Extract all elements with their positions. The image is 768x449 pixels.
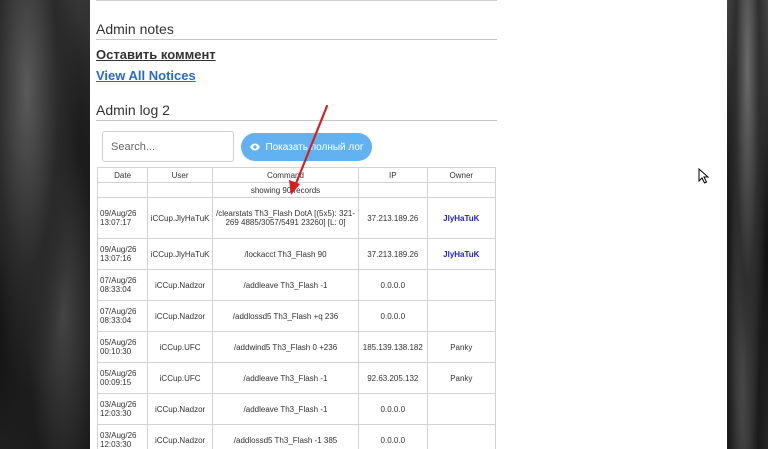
log-ip: 0.0.0.0 — [357, 393, 428, 425]
log-command: /addleave Th3_Flash -1 — [212, 269, 359, 301]
log-ip: 0.0.0.0 — [357, 424, 428, 449]
admin-log-title: Admin log 2 — [96, 102, 170, 118]
log-ip: 37.213.189.26 — [357, 238, 428, 270]
leave-comment-link[interactable]: Оставить коммент — [96, 47, 216, 62]
column-header-date: Date — [96, 167, 149, 183]
log-ip: 37.213.189.26 — [357, 197, 428, 239]
eye-icon — [250, 143, 261, 151]
admin-notes-title: Admin notes — [96, 21, 174, 37]
table-cell-empty — [357, 182, 428, 198]
admin-log-divider — [96, 120, 497, 121]
table-row: 07/Aug/26 08:33:04 iCCup.Nadzor /addleav… — [96, 269, 497, 301]
background-art-left — [0, 0, 90, 449]
log-command: /addlossd5 Th3_Flash +q 236 — [212, 300, 359, 332]
column-header-user: User — [147, 167, 214, 183]
log-date: 03/Aug/26 12:03:30 — [96, 393, 149, 425]
top-divider — [96, 0, 497, 3]
log-command: /lockacct Th3_Flash 90 — [212, 238, 359, 270]
log-user: iCCup.Nadzor — [147, 393, 214, 425]
column-header-ip: IP — [357, 167, 428, 183]
log-command: /clearstats Th3_Flash DotA [(5x5): 321-2… — [212, 197, 359, 239]
log-owner: Panky — [426, 362, 497, 394]
admin-log-table: Date User Command IP Owner showing 90 re… — [96, 167, 497, 449]
content-panel: Admin notes Оставить коммент View All No… — [90, 0, 727, 449]
owner-link[interactable]: JlyHaTuK — [443, 214, 479, 223]
table-cell-empty — [147, 182, 214, 198]
log-ip: 0.0.0.0 — [357, 300, 428, 332]
log-user: iCCup.JlyHaTuK — [147, 197, 214, 239]
log-owner — [426, 393, 497, 425]
table-row: 09/Aug/26 13:07:16 iCCup.JlyHaTuK /locka… — [96, 238, 497, 270]
show-full-log-button[interactable]: Показать полный лог — [241, 133, 372, 161]
log-command: /addleave Th3_Flash -1 — [212, 393, 359, 425]
log-user: iCCup.Nadzor — [147, 424, 214, 449]
table-row: 05/Aug/26 00:09:15 iCCup.UFC /addleave T… — [96, 362, 497, 394]
log-user: iCCup.JlyHaTuK — [147, 238, 214, 270]
log-date: 07/Aug/26 08:33:04 — [96, 269, 149, 301]
owner-link[interactable]: JlyHaTuK — [443, 250, 479, 259]
log-user: iCCup.UFC — [147, 331, 214, 363]
log-ip: 92.63.205.132 — [357, 362, 428, 394]
log-date: 03/Aug/26 12:03:30 — [96, 424, 149, 449]
log-ip: 185.139.138.182 — [357, 331, 428, 363]
log-ip: 0.0.0.0 — [357, 269, 428, 301]
log-date: 09/Aug/26 13:07:16 — [96, 238, 149, 270]
search-input[interactable] — [102, 131, 234, 162]
log-owner — [426, 424, 497, 449]
column-header-command: Command — [212, 167, 359, 183]
log-date: 05/Aug/26 00:10:30 — [96, 331, 149, 363]
column-header-owner: Owner — [426, 167, 497, 183]
log-user: iCCup.Nadzor — [147, 269, 214, 301]
background-art-right — [727, 0, 768, 449]
log-date: 05/Aug/26 00:09:15 — [96, 362, 149, 394]
log-command: /addwind5 Th3_Flash 0 +236 — [212, 331, 359, 363]
log-owner: JlyHaTuK — [426, 197, 497, 239]
records-info-row: showing 90 records — [96, 182, 497, 198]
log-user: iCCup.Nadzor — [147, 300, 214, 332]
log-user: iCCup.UFC — [147, 362, 214, 394]
admin-notes-divider — [96, 39, 497, 40]
table-header-row: Date User Command IP Owner — [96, 167, 497, 183]
log-date: 09/Aug/26 13:07:17 — [96, 197, 149, 239]
records-count: showing 90 records — [212, 182, 359, 198]
table-cell-empty — [426, 182, 497, 198]
log-owner: Panky — [426, 331, 497, 363]
log-date: 07/Aug/26 08:33:04 — [96, 300, 149, 332]
log-owner: JlyHaTuK — [426, 238, 497, 270]
show-full-log-label: Показать полный лог — [265, 141, 364, 153]
mouse-cursor-icon — [698, 168, 710, 184]
log-command: /addlossd5 Th3_Flash -1 385 — [212, 424, 359, 449]
table-row: 05/Aug/26 00:10:30 iCCup.UFC /addwind5 T… — [96, 331, 497, 363]
view-all-notices-link[interactable]: View All Notices — [96, 68, 196, 83]
table-cell-empty — [96, 182, 149, 198]
log-owner — [426, 269, 497, 301]
table-row: 09/Aug/26 13:07:17 iCCup.JlyHaTuK /clear… — [96, 197, 497, 239]
table-row: 07/Aug/26 08:33:04 iCCup.Nadzor /addloss… — [96, 300, 497, 332]
log-command: /addleave Th3_Flash -1 — [212, 362, 359, 394]
log-owner — [426, 300, 497, 332]
table-row: 03/Aug/26 12:03:30 iCCup.Nadzor /addloss… — [96, 424, 497, 449]
table-row: 03/Aug/26 12:03:30 iCCup.Nadzor /addleav… — [96, 393, 497, 425]
